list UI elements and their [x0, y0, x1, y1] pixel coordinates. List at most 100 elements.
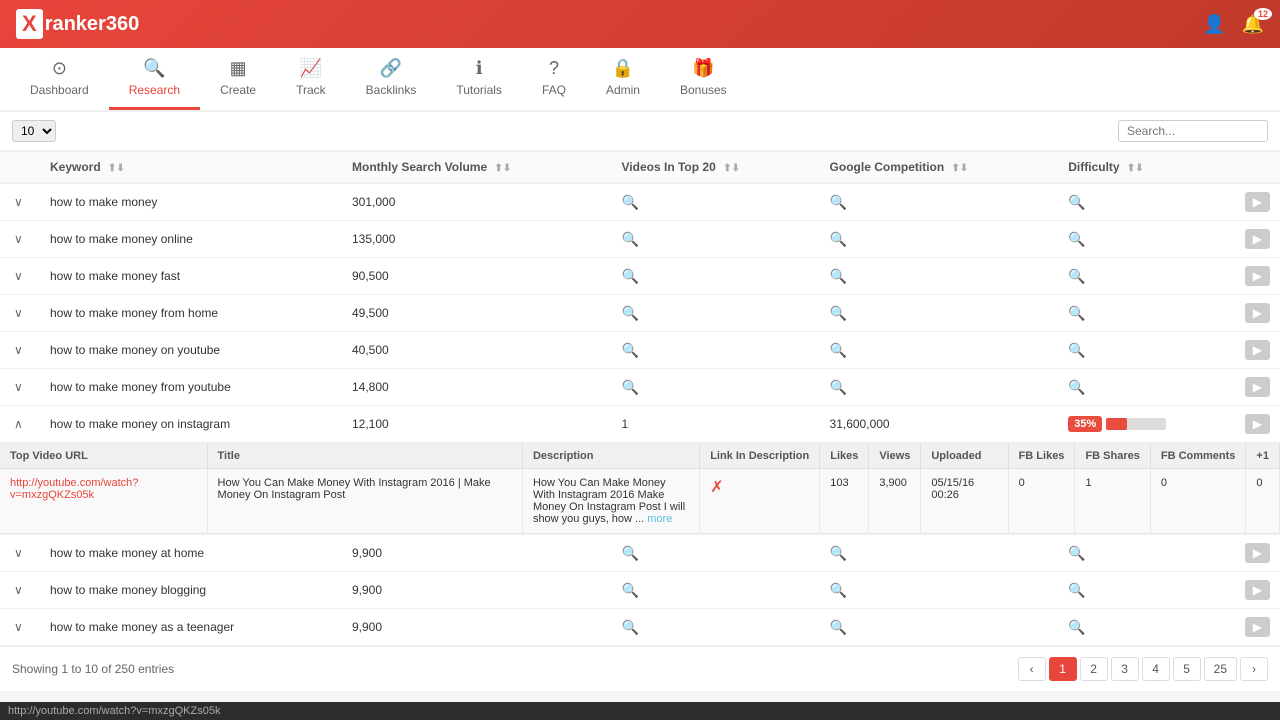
- page-btn-3[interactable]: 3: [1111, 657, 1139, 681]
- google-search-icon[interactable]: 🔍: [830, 342, 847, 358]
- action-cell: ▶: [1235, 221, 1280, 258]
- videos-search-icon[interactable]: 🔍: [622, 342, 639, 358]
- col-google-competition[interactable]: Google Competition ⬆⬇: [820, 152, 1059, 184]
- play-button[interactable]: ▶: [1245, 303, 1270, 323]
- page-btn-25[interactable]: 25: [1204, 657, 1237, 681]
- status-bar: http://youtube.com/watch?v=mxzgQKZs05k: [0, 702, 1280, 720]
- google-search-icon[interactable]: 🔍: [830, 305, 847, 321]
- page-btn-1[interactable]: 1: [1049, 657, 1077, 681]
- videos-search-icon[interactable]: 🔍: [622, 619, 639, 635]
- video-link[interactable]: http://youtube.com/watch?v=mxzgQKZs05k: [10, 477, 138, 501]
- difficulty-search-icon[interactable]: 🔍: [1068, 545, 1085, 561]
- google-search-icon[interactable]: 🔍: [830, 619, 847, 635]
- monthly-search-cell: 9,900: [342, 609, 612, 646]
- google-search-icon[interactable]: 🔍: [830, 268, 847, 284]
- page-btn-5[interactable]: 5: [1173, 657, 1201, 681]
- nav-admin[interactable]: 🔒 Admin: [586, 48, 660, 110]
- user-icon[interactable]: 👤: [1203, 14, 1225, 35]
- pagination-prev[interactable]: ‹: [1018, 657, 1046, 681]
- exp-plus1-cell: 0: [1246, 469, 1280, 534]
- nav-research[interactable]: 🔍 Research: [109, 48, 200, 110]
- col-difficulty[interactable]: Difficulty ⬆⬇: [1058, 152, 1235, 184]
- play-button[interactable]: ▶: [1245, 414, 1270, 434]
- views-value: 3,900: [879, 477, 907, 489]
- nav-backlinks[interactable]: 🔗 Backlinks: [346, 48, 437, 110]
- nav-dashboard[interactable]: ⊙ Dashboard: [10, 48, 109, 110]
- notification-badge: 12: [1254, 8, 1272, 20]
- header: X ranker360 👤 🔔 12: [0, 0, 1280, 48]
- google-search-icon[interactable]: 🔍: [830, 194, 847, 210]
- faq-icon: ?: [549, 58, 559, 79]
- keyword-value: how to make money on instagram: [50, 417, 230, 431]
- google-competition-cell: 🔍: [820, 221, 1059, 258]
- nav-faq[interactable]: ? FAQ: [522, 48, 586, 110]
- google-competition-cell: 🔍: [820, 609, 1059, 646]
- expand-button[interactable]: ∨: [10, 544, 27, 562]
- videos-search-icon[interactable]: 🔍: [622, 379, 639, 395]
- play-button[interactable]: ▶: [1245, 617, 1270, 637]
- difficulty-search-icon[interactable]: 🔍: [1068, 582, 1085, 598]
- videos-top20-cell: 🔍: [612, 221, 820, 258]
- difficulty-search-icon[interactable]: 🔍: [1068, 194, 1085, 210]
- difficulty-search-icon[interactable]: 🔍: [1068, 305, 1085, 321]
- play-button[interactable]: ▶: [1245, 229, 1270, 249]
- expand-button[interactable]: ∨: [10, 618, 27, 636]
- page-btn-4[interactable]: 4: [1142, 657, 1170, 681]
- expand-button[interactable]: ∨: [10, 230, 27, 248]
- expand-button[interactable]: ∨: [10, 267, 27, 285]
- monthly-search-value: 14,800: [352, 380, 389, 394]
- monthly-search-value: 49,500: [352, 306, 389, 320]
- difficulty-search-icon[interactable]: 🔍: [1068, 619, 1085, 635]
- more-link[interactable]: more: [647, 513, 672, 525]
- search-input[interactable]: [1118, 120, 1268, 142]
- nav-create[interactable]: ▦ Create: [200, 48, 276, 110]
- videos-search-icon[interactable]: 🔍: [622, 305, 639, 321]
- play-button[interactable]: ▶: [1245, 580, 1270, 600]
- per-page-select[interactable]: 10 25 50: [12, 120, 56, 142]
- fb-likes-value: 0: [1019, 477, 1025, 489]
- difficulty-search-icon[interactable]: 🔍: [1068, 231, 1085, 247]
- keyword-value: how to make money at home: [50, 546, 204, 560]
- difficulty-search-icon[interactable]: 🔍: [1068, 342, 1085, 358]
- google-search-icon[interactable]: 🔍: [830, 231, 847, 247]
- videos-top20-cell: 🔍: [612, 535, 820, 572]
- expand-cell: ∨: [0, 332, 40, 369]
- create-icon: ▦: [230, 58, 247, 79]
- col-videos-top20[interactable]: Videos In Top 20 ⬆⬇: [612, 152, 820, 184]
- difficulty-search-icon[interactable]: 🔍: [1068, 268, 1085, 284]
- expand-button[interactable]: ∨: [10, 341, 27, 359]
- col-keyword[interactable]: Keyword ⬆⬇: [40, 152, 342, 184]
- pagination-bar: Showing 1 to 10 of 250 entries ‹ 1 2 3 4…: [0, 646, 1280, 691]
- expand-button[interactable]: ∧: [10, 415, 27, 433]
- page-btn-2[interactable]: 2: [1080, 657, 1108, 681]
- google-search-icon[interactable]: 🔍: [830, 582, 847, 598]
- play-button[interactable]: ▶: [1245, 377, 1270, 397]
- expand-button[interactable]: ∨: [10, 193, 27, 211]
- videos-search-icon[interactable]: 🔍: [622, 194, 639, 210]
- videos-search-icon[interactable]: 🔍: [622, 582, 639, 598]
- play-button[interactable]: ▶: [1245, 340, 1270, 360]
- monthly-search-cell: 90,500: [342, 258, 612, 295]
- pagination: ‹ 1 2 3 4 5 25 ›: [1018, 657, 1268, 681]
- expand-button[interactable]: ∨: [10, 304, 27, 322]
- col-monthly-search[interactable]: Monthly Search Volume ⬆⬇: [342, 152, 612, 184]
- videos-search-icon[interactable]: 🔍: [622, 231, 639, 247]
- notifications-icon[interactable]: 🔔 12: [1242, 14, 1264, 35]
- expand-button[interactable]: ∨: [10, 378, 27, 396]
- play-button[interactable]: ▶: [1245, 266, 1270, 286]
- videos-search-icon[interactable]: 🔍: [622, 268, 639, 284]
- play-button[interactable]: ▶: [1245, 543, 1270, 563]
- difficulty-search-icon[interactable]: 🔍: [1068, 379, 1085, 395]
- nav-bonuses[interactable]: 🎁 Bonuses: [660, 48, 747, 110]
- expanded-data-row: http://youtube.com/watch?v=mxzgQKZs05k H…: [0, 469, 1280, 534]
- nav-track[interactable]: 📈 Track: [276, 48, 346, 110]
- expand-button[interactable]: ∨: [10, 581, 27, 599]
- nav-tutorials[interactable]: ℹ Tutorials: [436, 48, 522, 110]
- play-button[interactable]: ▶: [1245, 192, 1270, 212]
- google-search-icon[interactable]: 🔍: [830, 379, 847, 395]
- videos-search-icon[interactable]: 🔍: [622, 545, 639, 561]
- nav-admin-label: Admin: [606, 83, 640, 97]
- pagination-next[interactable]: ›: [1240, 657, 1268, 681]
- fb-shares-value: 1: [1085, 477, 1091, 489]
- google-search-icon[interactable]: 🔍: [830, 545, 847, 561]
